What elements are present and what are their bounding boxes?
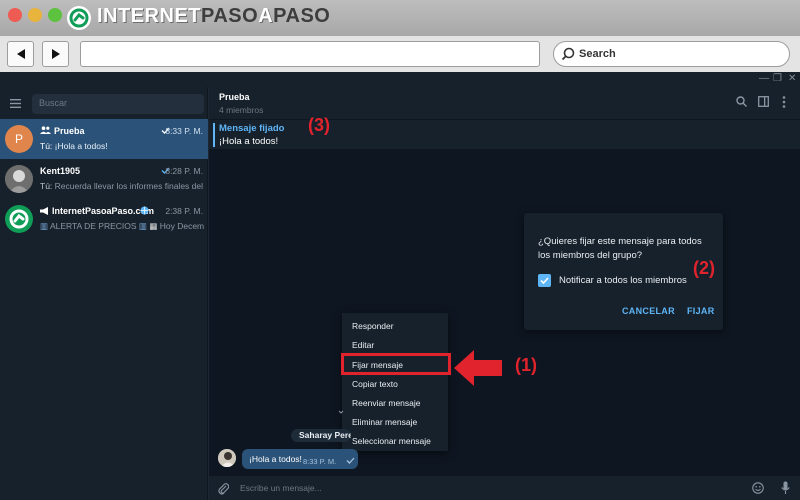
emoji-icon[interactable]	[752, 482, 764, 494]
group-icon	[40, 126, 51, 134]
channel-megaphone-icon	[40, 207, 48, 215]
chat-preview: Tú: Recuerda llevar los informes finales…	[40, 181, 204, 191]
menu-item-delete[interactable]: Eliminar mensaje	[342, 413, 448, 432]
menu-item-reply[interactable]: Responder	[342, 317, 448, 336]
red-arrow-icon	[454, 350, 502, 386]
message-context-menu: Responder Editar Fijar mensaje Copiar te…	[342, 313, 448, 451]
avatar-photo-icon	[218, 449, 236, 467]
chat-search-input[interactable]: Buscar	[32, 94, 204, 114]
more-options-icon[interactable]	[782, 96, 786, 108]
scroll-down-icon[interactable]	[338, 409, 344, 415]
chat-item-prueba[interactable]: P Prueba 8:33 P. M. Tú: ¡Hola a todos!	[0, 119, 208, 159]
logo-word-internet: INTERNET	[97, 5, 201, 27]
chat-list-sidebar: Buscar P Prueba 8:33 P. M. Tú: ¡Hola a t…	[0, 87, 208, 500]
browser-search-field[interactable]: Search	[553, 41, 790, 67]
search-label: Search	[579, 48, 616, 60]
chat-name: Prueba	[54, 126, 85, 136]
menu-item-select[interactable]: Seleccionar mensaje	[342, 432, 448, 451]
window-titlebar: INTERNETPASOAPASO	[0, 0, 800, 36]
chat-preview-text: ¡Hola a todos!	[54, 141, 108, 151]
browser-toolbar: Search	[0, 36, 800, 72]
annotation-3: (3)	[308, 115, 330, 135]
logo-word-paso-2: PASO	[273, 5, 331, 27]
chat-preview-text-2: Hoy December...	[159, 221, 204, 231]
search-icon[interactable]	[736, 96, 747, 107]
chart-emoji-icon: ▥	[138, 221, 147, 231]
close-window-button[interactable]	[8, 8, 22, 22]
search-icon	[561, 47, 575, 61]
calendar-emoji-icon: ▦	[149, 221, 158, 231]
chat-pane: Prueba 4 miembros Mensaje fijado ¡Hola a…	[209, 87, 800, 500]
forward-button[interactable]	[42, 41, 69, 67]
chat-preview-sender: Tú:	[40, 141, 55, 151]
read-check-icon	[346, 457, 355, 464]
app-close-icon[interactable]: ✕	[788, 73, 796, 84]
message-time: 8:33 P. M.	[303, 457, 337, 466]
message-bubble[interactable]: ¡Hola a todos! 8:33 P. M.	[242, 449, 358, 469]
chat-name: Kent1905	[40, 166, 81, 176]
chat-members-count: 4 miembros	[219, 105, 264, 115]
attach-icon[interactable]	[218, 482, 229, 495]
sidebar-toggle-icon[interactable]	[758, 96, 769, 107]
message-text: ¡Hola a todos!	[249, 454, 302, 464]
verified-globe-icon	[140, 206, 149, 215]
avatar: P	[5, 125, 33, 153]
chat-preview-sender: Tú:	[40, 181, 55, 191]
message-composer: Escribe un mensaje...	[209, 475, 800, 500]
cancel-button[interactable]: CANCELAR	[622, 306, 675, 316]
app-minimize-icon[interactable]: —	[759, 73, 769, 84]
app-restore-icon[interactable]: ❐	[773, 73, 782, 84]
dialog-question: ¿Quieres fijar este mensaje para todos l…	[538, 236, 702, 261]
chat-search-placeholder: Buscar	[39, 98, 68, 108]
chat-item-kent1905[interactable]: Kent1905 8:28 P. M. Tú: Recuerda llevar …	[0, 159, 208, 199]
channel-logo-icon	[9, 209, 29, 229]
chat-time: 8:33 P. M.	[165, 126, 203, 136]
chat-header[interactable]: Prueba 4 miembros	[209, 87, 800, 119]
logo-word-paso: PASO	[201, 5, 259, 27]
chat-time: 8:28 P. M.	[165, 166, 203, 176]
pinned-text: ¡Hola a todos!	[219, 136, 279, 147]
microphone-icon[interactable]	[781, 481, 790, 495]
chat-preview-text: Recuerda llevar los informes finales del…	[54, 181, 204, 191]
pin-button[interactable]: FIJAR	[687, 306, 715, 316]
pinned-title: Mensaje fijado	[219, 123, 285, 134]
url-bar[interactable]	[80, 41, 540, 67]
chat-title: Prueba	[219, 92, 250, 102]
chat-name: InternetPasoaPaso.com	[52, 206, 155, 216]
chat-preview-text: ALERTA DE PRECIOS	[49, 221, 137, 231]
avatar-photo-icon	[5, 165, 33, 193]
pinned-accent-bar	[213, 123, 215, 147]
annotation-2: (2)	[693, 258, 715, 278]
forward-arrow-icon	[52, 49, 60, 59]
app-window-bar: — ❐ ✕	[0, 72, 800, 87]
avatar	[5, 205, 33, 233]
maximize-window-button[interactable]	[48, 8, 62, 22]
menu-icon[interactable]	[10, 99, 21, 108]
menu-item-forward[interactable]: Reenviar mensaje	[342, 394, 448, 413]
message-input[interactable]: Escribe un mensaje...	[240, 483, 322, 493]
avatar	[218, 449, 236, 467]
site-logo: INTERNETPASOAPASO	[97, 5, 330, 28]
minimize-window-button[interactable]	[28, 8, 42, 22]
chat-time: 2:38 P. M.	[165, 206, 203, 216]
chat-preview: ▥ ALERTA DE PRECIOS ▥ ▦ Hoy December...	[40, 221, 204, 232]
notify-all-label: Notificar a todos los miembros	[559, 275, 687, 286]
logo-icon	[67, 6, 91, 30]
chat-item-internetpasoapaso[interactable]: InternetPasoaPaso.com 2:38 P. M. ▥ ALERT…	[0, 199, 208, 239]
chart-emoji-icon: ▥	[40, 221, 49, 231]
annotation-1: (1)	[515, 355, 537, 375]
highlight-box	[341, 353, 451, 375]
avatar	[5, 165, 33, 193]
logo-word-a: A	[258, 5, 274, 27]
chat-preview: Tú: ¡Hola a todos!	[40, 141, 204, 151]
checkmark-icon	[540, 277, 549, 284]
pinned-message-bar[interactable]: Mensaje fijado ¡Hola a todos!	[209, 119, 800, 149]
telegram-window: — ❐ ✕ Buscar P Prueba 8:33 P. M. Tú: ¡Ho…	[0, 72, 800, 500]
notify-all-checkbox[interactable]	[538, 274, 551, 287]
sender-name-pill: Saharay Perez	[291, 429, 351, 442]
back-button[interactable]	[7, 41, 34, 67]
menu-item-copy[interactable]: Copiar texto	[342, 375, 448, 394]
back-arrow-icon	[17, 49, 25, 59]
